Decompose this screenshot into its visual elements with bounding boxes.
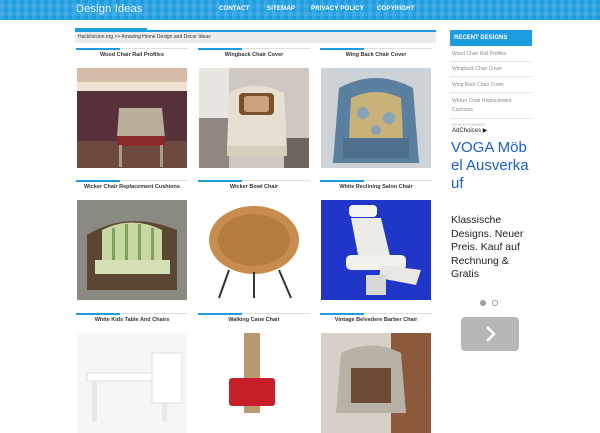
carousel-dot-1[interactable] bbox=[480, 300, 486, 306]
grid-item-caption[interactable]: Wood Chair Rail Profiles bbox=[76, 52, 188, 58]
barber-chair-photo[interactable] bbox=[321, 333, 431, 433]
adchoices-icon: ▶ bbox=[482, 128, 488, 134]
wingback-chair-photo[interactable] bbox=[199, 68, 309, 168]
grid-item-caption[interactable]: Wing Back Chair Cover bbox=[320, 52, 432, 58]
divider bbox=[450, 92, 532, 93]
walking-cane-chair-photo[interactable] bbox=[199, 333, 309, 433]
salon-chair-photo[interactable] bbox=[321, 200, 431, 300]
nav-privacy-policy[interactable]: PRIVACY POLICY bbox=[311, 6, 364, 12]
site-title[interactable]: Design Ideas bbox=[76, 3, 143, 15]
grid-item-caption[interactable]: Wicker Bowl Chair bbox=[198, 184, 310, 190]
sidebar-link[interactable]: Wingback Chair Cover bbox=[452, 66, 502, 72]
sidebar-link[interactable]: Wing Back Chair Cover bbox=[452, 82, 504, 88]
divider bbox=[450, 76, 532, 77]
divider bbox=[450, 118, 532, 119]
nav-contact[interactable]: CONTACT bbox=[219, 6, 249, 12]
grid-item-caption[interactable]: Walking Cane Chair bbox=[198, 317, 310, 323]
wicker-chair-cushions-photo[interactable] bbox=[77, 200, 187, 300]
wicker-bowl-chair-photo[interactable] bbox=[199, 200, 309, 300]
ad-next-button[interactable] bbox=[461, 317, 519, 351]
kids-table-photo[interactable] bbox=[77, 333, 187, 433]
breadcrumb[interactable]: Hacklivision.org >> Amazing Home Design … bbox=[75, 30, 436, 43]
grid-item-caption[interactable]: Wicker Chair Replacement Cushions bbox=[76, 184, 188, 190]
adchoices-link[interactable]: AdChoices ▶ bbox=[452, 127, 487, 134]
divider bbox=[450, 61, 532, 62]
ad-text[interactable]: Klassische Designs. Neuer Preis. Kauf au… bbox=[451, 214, 535, 282]
wing-back-chair-photo[interactable] bbox=[321, 68, 431, 168]
recent-designs-heading: RECENT DESIGNS bbox=[450, 30, 532, 46]
carousel-dot-2[interactable] bbox=[492, 300, 498, 306]
chair-rail-photo[interactable] bbox=[77, 68, 187, 168]
sidebar-link[interactable]: Wood Chair Rail Profiles bbox=[452, 51, 506, 57]
grid-item-caption[interactable]: White Reclining Salon Chair bbox=[320, 184, 432, 190]
grid-item-caption[interactable]: Wingback Chair Cover bbox=[198, 52, 310, 58]
nav-copyright[interactable]: COPYRIGHT bbox=[377, 6, 414, 12]
ad-title[interactable]: VOGA Möbel Ausverkauf bbox=[451, 139, 535, 193]
grid-item-caption[interactable]: White Kids Table And Chairs bbox=[76, 317, 188, 323]
sidebar-link[interactable]: Wicker Chair Replacement Cushions bbox=[452, 97, 532, 115]
grid-item-caption[interactable]: Vintage Belvedere Barber Chair bbox=[320, 317, 432, 323]
nav-sitemap[interactable]: SITEMAP bbox=[267, 6, 295, 12]
chevron-right-icon bbox=[486, 326, 496, 342]
adchoices-text: AdChoices bbox=[452, 128, 482, 134]
